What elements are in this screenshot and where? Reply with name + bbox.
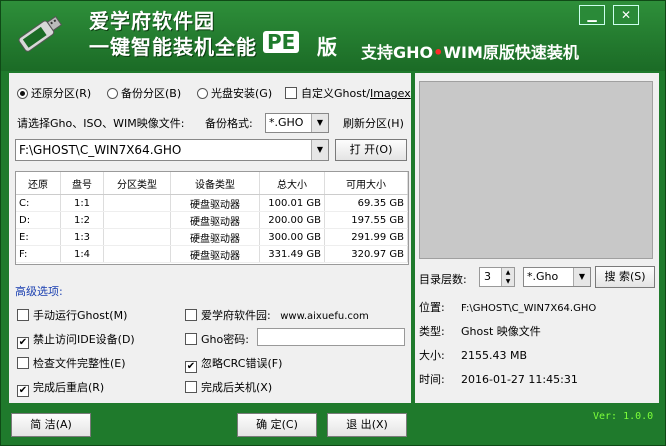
- radio-icon[interactable]: [197, 88, 208, 99]
- info-panel: 目录层数: 3 ▲ ▼ *.Gho ▼ 搜 索(S) 位置: F:\GHOST\C_W…: [415, 73, 659, 403]
- manual-ghost-checkbox[interactable]: 手动运行Ghost(M): [17, 307, 127, 323]
- checkbox-icon[interactable]: [17, 309, 29, 321]
- col-disk[interactable]: 盘号: [60, 172, 104, 195]
- brand-name: 爱学府软件园: [89, 9, 215, 33]
- checkmark-icon[interactable]: ✔: [185, 361, 197, 373]
- version-label: Ver: 1.0.0: [593, 411, 654, 422]
- options-panel: 还原分区(R) 备份分区(B) 光盘安装(G) 自定义Ghost/Imagex …: [9, 73, 411, 403]
- search-button[interactable]: 搜 索(S): [595, 266, 655, 288]
- check-integrity-checkbox[interactable]: 检查文件完整性(E): [17, 355, 126, 371]
- mode-backup[interactable]: 备份分区(B): [107, 85, 181, 101]
- slogan-part-b: WIM原版快速装机: [443, 43, 579, 62]
- edition-char: 版: [317, 35, 337, 59]
- checkmark-icon[interactable]: ✔: [17, 385, 29, 397]
- refresh-partition-link[interactable]: 刷新分区(H): [343, 115, 404, 131]
- exit-button[interactable]: 退 出(X): [327, 413, 407, 437]
- col-device-type[interactable]: 设备类型: [170, 172, 260, 195]
- usb-drive-icon: [18, 15, 63, 52]
- chevron-down-icon[interactable]: ▼: [311, 114, 328, 132]
- gho-password-checkbox[interactable]: Gho密码:: [185, 331, 249, 347]
- checkbox-icon[interactable]: [285, 87, 297, 99]
- info-size: 大小: 2155.43 MB: [419, 349, 528, 362]
- checkbox-icon[interactable]: [185, 333, 197, 345]
- disable-ide-checkbox[interactable]: ✔ 禁止访问IDE设备(D): [17, 331, 135, 349]
- select-image-label: 请选择Gho、ISO、WIM映像文件:: [17, 117, 185, 130]
- info-time: 时间: 2016-01-27 11:45:31: [419, 373, 578, 386]
- reboot-after-checkbox[interactable]: ✔ 完成后重启(R): [17, 379, 104, 397]
- slogan: 支持GHO•WIM原版快速装机: [361, 39, 579, 63]
- backup-format-label: 备份格式:: [205, 117, 253, 130]
- preview-area: [419, 81, 653, 259]
- radio-icon[interactable]: [17, 88, 28, 99]
- shutdown-after-checkbox[interactable]: 完成后关机(X): [185, 379, 272, 395]
- ignore-crc-checkbox[interactable]: ✔ 忽略CRC错误(F): [185, 355, 282, 373]
- file-filter-select[interactable]: *.Gho ▼: [523, 267, 591, 287]
- table-header-row: 还原 盘号 分区类型 设备类型 总大小 可用大小: [16, 172, 408, 195]
- col-free-size[interactable]: 可用大小: [324, 172, 408, 195]
- open-button[interactable]: 打 开(O): [335, 139, 407, 161]
- chevron-down-icon[interactable]: ▼: [311, 140, 328, 160]
- checkmark-icon[interactable]: ✔: [17, 337, 29, 349]
- custom-ghost-checkbox[interactable]: 自定义Ghost/Imagex: [285, 85, 411, 101]
- info-position: 位置: F:\GHOST\C_WIN7X64.GHO: [419, 301, 597, 314]
- simple-mode-button[interactable]: 简 洁(A): [11, 413, 91, 437]
- radio-icon[interactable]: [107, 88, 118, 99]
- table-row[interactable]: F: 1:4 硬盘驱动器 331.49 GB 320.97 GB: [16, 245, 408, 263]
- dir-level-stepper[interactable]: 3 ▲ ▼: [479, 267, 515, 287]
- header-banner: 爱学府软件园 一键智能装机全能 PE 版 支持GHO•WIM原版快速装机 ▁ ✕: [1, 1, 665, 71]
- advanced-options-label: 高级选项:: [15, 285, 63, 298]
- table-row[interactable]: D: 1:2 硬盘驱动器 200.00 GB 197.55 GB: [16, 211, 408, 229]
- dir-level-label: 目录层数:: [419, 273, 467, 286]
- chevron-down-icon[interactable]: ▼: [573, 268, 590, 286]
- image-path-combobox[interactable]: F:\GHOST\C_WIN7X64.GHO ▼: [15, 139, 329, 161]
- backup-format-select[interactable]: *.GHO ▼: [265, 113, 329, 133]
- checkbox-icon[interactable]: [185, 381, 197, 393]
- checkbox-icon[interactable]: [185, 309, 197, 321]
- table-row[interactable]: E: 1:3 硬盘驱动器 300.00 GB 291.99 GB: [16, 228, 408, 246]
- mode-restore[interactable]: 还原分区(R): [17, 85, 91, 101]
- col-total-size[interactable]: 总大小: [259, 172, 325, 195]
- pe-badge: PE: [263, 31, 300, 53]
- col-restore[interactable]: 还原: [16, 172, 61, 195]
- partition-table[interactable]: 还原 盘号 分区类型 设备类型 总大小 可用大小 C: 1:1 硬盘驱动器 10…: [15, 171, 409, 265]
- slogan-part-a: 支持GHO: [361, 43, 434, 62]
- bottom-bar: 简 洁(A) 确 定(C) 退 出(X) Ver: 1.0.0: [1, 405, 665, 445]
- ok-button[interactable]: 确 定(C): [237, 413, 317, 437]
- main-window: 爱学府软件园 一键智能装机全能 PE 版 支持GHO•WIM原版快速装机 ▁ ✕…: [0, 0, 666, 446]
- gho-password-input[interactable]: [257, 328, 405, 346]
- partition-grid: 还原 盘号 分区类型 设备类型 总大小 可用大小 C: 1:1 硬盘驱动器 10…: [16, 172, 408, 263]
- site-link-checkbox[interactable]: 爱学府软件园: www.aixuefu.com: [185, 307, 369, 323]
- spin-arrows-icon[interactable]: ▲ ▼: [501, 268, 514, 286]
- minimize-button[interactable]: ▁: [579, 5, 605, 25]
- site-url[interactable]: www.aixuefu.com: [280, 311, 369, 322]
- checkbox-icon[interactable]: [17, 357, 29, 369]
- mode-cd-install[interactable]: 光盘安装(G): [197, 85, 272, 101]
- info-type: 类型: Ghost 映像文件: [419, 325, 541, 338]
- slogan-dot: •: [433, 43, 444, 62]
- brand-subtitle: 一键智能装机全能: [89, 35, 257, 59]
- col-partition-type[interactable]: 分区类型: [103, 172, 171, 195]
- close-button[interactable]: ✕: [613, 5, 639, 25]
- table-row[interactable]: C: 1:1 硬盘驱动器 100.01 GB 69.35 GB: [16, 194, 408, 212]
